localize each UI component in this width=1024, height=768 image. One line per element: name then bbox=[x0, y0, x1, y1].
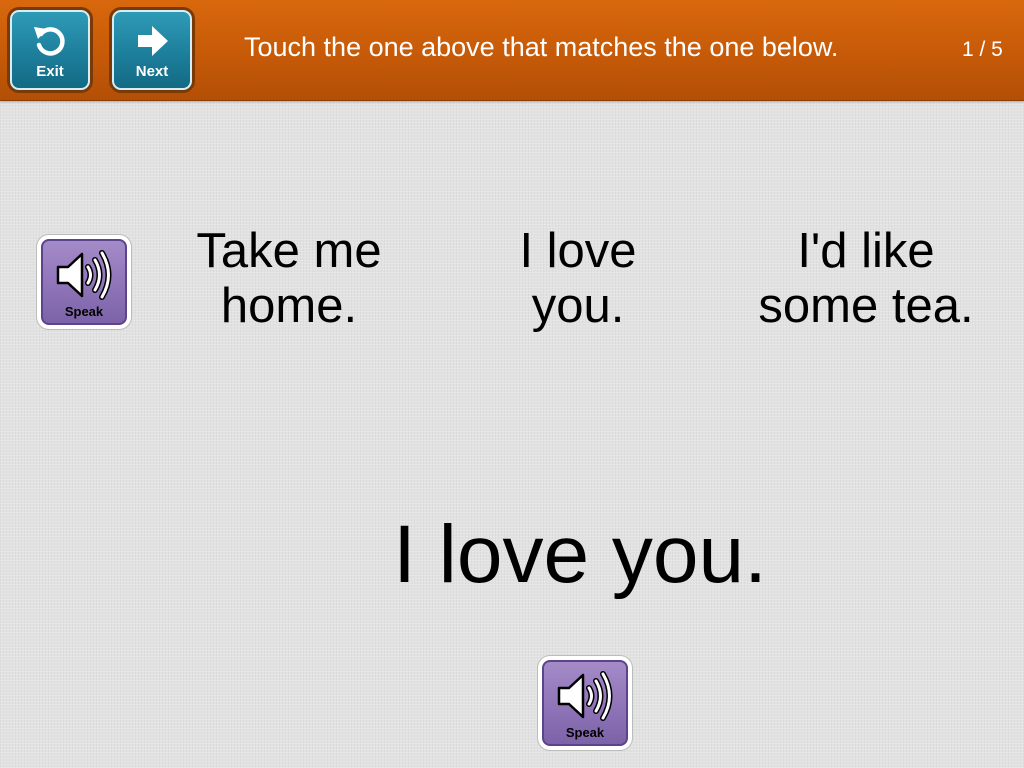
header-bar: Exit Next Touch the one above that match… bbox=[0, 0, 1024, 101]
speak-choices-button-face[interactable]: Speak bbox=[41, 239, 127, 325]
target-phrase: I love you. bbox=[393, 509, 767, 600]
choice-line: I love bbox=[519, 224, 637, 278]
choice-option-2[interactable]: I love you. bbox=[453, 224, 703, 334]
speak-label: Speak bbox=[565, 725, 605, 740]
choice-option-3[interactable]: I'd like some tea. bbox=[741, 224, 991, 334]
next-button-face[interactable]: Next bbox=[112, 10, 192, 90]
next-label: Next bbox=[135, 62, 169, 80]
exit-button[interactable]: Exit bbox=[7, 7, 93, 93]
speak-target-button-face[interactable]: Speak bbox=[542, 660, 628, 746]
undo-arrow-icon bbox=[34, 26, 65, 56]
speak-target-button[interactable]: Speak bbox=[538, 656, 632, 750]
choice-line: you. bbox=[531, 279, 625, 333]
right-arrow-icon bbox=[138, 25, 168, 56]
choice-line: some tea. bbox=[758, 279, 974, 333]
speak-label: Speak bbox=[64, 304, 104, 319]
exit-button-face[interactable]: Exit bbox=[10, 10, 90, 90]
speak-choices-button[interactable]: Speak bbox=[37, 235, 131, 329]
speaker-icon bbox=[557, 671, 613, 721]
choice-line: home. bbox=[220, 279, 358, 333]
next-button[interactable]: Next bbox=[109, 7, 195, 93]
exit-label: Exit bbox=[36, 62, 64, 80]
choice-option-1[interactable]: Take me home. bbox=[164, 224, 414, 334]
progress-counter: 1 / 5 bbox=[962, 38, 1003, 61]
speaker-icon bbox=[56, 250, 112, 300]
choice-line: I'd like bbox=[797, 224, 935, 278]
choice-line: Take me bbox=[196, 224, 382, 278]
instruction-text: Touch the one above that matches the one… bbox=[244, 32, 839, 62]
